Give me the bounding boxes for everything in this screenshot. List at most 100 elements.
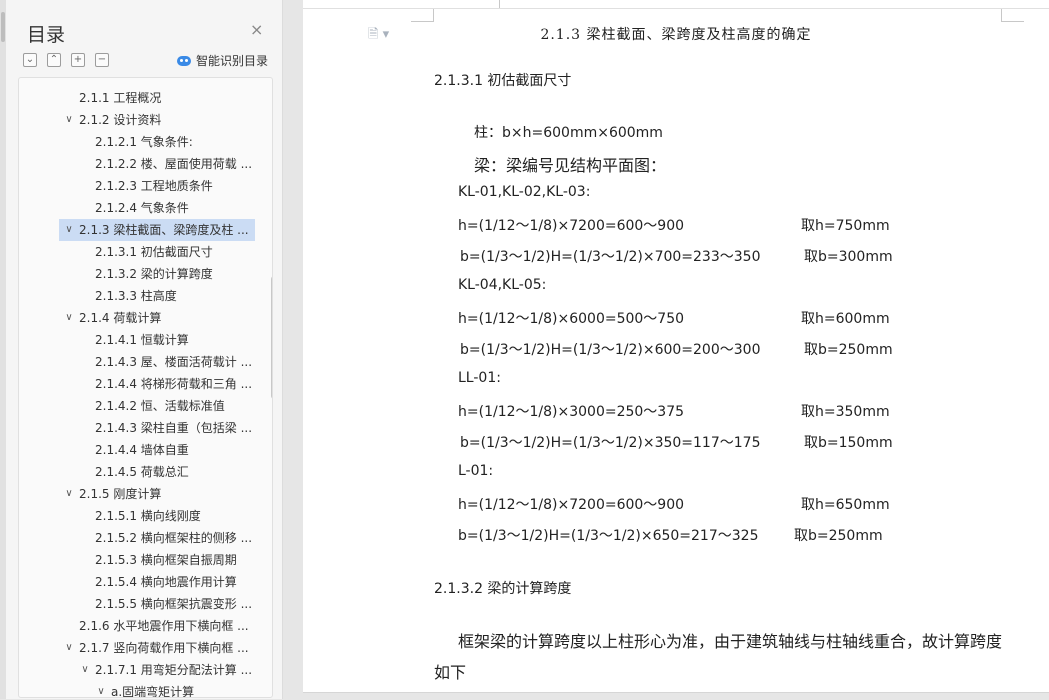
toc-item-label: 2.1.4.2 恒、活载标准值 [95, 399, 225, 413]
toc-item[interactable]: ∨ 2.1.7 竖向荷载作用下横向框 ... [19, 637, 254, 659]
running-header: 2.1.3 梁柱截面、梁跨度及柱高度的确定 [540, 27, 812, 43]
toc-item[interactable]: 2.1.2.3 工程地质条件 [19, 175, 254, 197]
h-formula: h=(1/12～1/8)×6000=500～750 [458, 311, 685, 327]
paragraph-line: 如下 [434, 663, 467, 682]
collapse-level-icon[interactable]: ⌃ [47, 53, 61, 67]
toc-item[interactable]: 2.1.4.2 恒、活载标准值 [19, 395, 254, 417]
toc-scrollbar-thumb[interactable] [271, 276, 272, 399]
b-formula: b=(1/3～1/2)H=(1/3～1/2)×600=200～300 [460, 342, 761, 358]
toc-item-label: 2.1.6 水平地震作用下横向框 ... [79, 619, 249, 633]
chevron-down-icon[interactable]: ∨ [63, 109, 75, 131]
toc-item-label: 2.1.2.2 楼、屋面使用荷载 ... [95, 157, 253, 171]
toc-item-label: 2.1.7.1 用弯矩分配法计算 ... [95, 663, 253, 677]
h-value: 取h=650mm [801, 497, 890, 513]
toc-item[interactable]: 2.1.3.1 初估截面尺寸 [19, 241, 254, 263]
toc-item-label: 2.1.4.3 梁柱自重（包括梁 ... [95, 421, 253, 435]
toc-item[interactable]: ∨ 2.1.2 设计资料 [19, 109, 254, 131]
beam-group-name: KL-04,KL-05: [458, 277, 547, 293]
chevron-down-icon[interactable]: ∨ [63, 483, 75, 505]
chevron-down-icon[interactable]: ∨ [63, 219, 75, 241]
b-value: 取b=300mm [804, 249, 893, 265]
beam-group-name: KL-01,KL-02,KL-03: [458, 184, 591, 200]
toc-item[interactable]: 2.1.2.2 楼、屋面使用荷载 ... [19, 153, 254, 175]
toc-item-label: 2.1.5.1 横向线刚度 [95, 509, 201, 523]
toc-item[interactable]: 2.1.3.3 柱高度 [19, 285, 254, 307]
h-value: 取h=750mm [801, 218, 890, 234]
collapse-all-icon[interactable]: ⌄ [23, 53, 37, 67]
section-heading: 2.1.3.1 初估截面尺寸 [434, 73, 572, 89]
toc-item[interactable]: ∨ 2.1.5 刚度计算 [19, 483, 254, 505]
toc-panel: 目录 × ⌄ ⌃ + − 智能识别目录 2.1.1 工程概况 ∨ 2.1.2 设计资… [0, 0, 283, 699]
toc-item-label: 2.1.4.3 屋、楼面活荷载计 ... [95, 355, 253, 369]
toc-item[interactable]: ∨ 2.1.3 梁柱截面、梁跨度及柱 ... [59, 219, 255, 241]
toc-item[interactable]: ∨ 2.1.7.1 用弯矩分配法计算 ... [19, 659, 254, 681]
h-formula: h=(1/12～1/8)×7200=600～900 [458, 497, 685, 513]
chevron-down-icon[interactable]: ∨ [95, 681, 107, 697]
toc-item-label: 2.1.3.3 柱高度 [95, 289, 177, 303]
document-page: 🗎 ▾ 2.1.3 梁柱截面、梁跨度及柱高度的确定 2.1.3.1 初估截面尺寸… [303, 0, 1049, 699]
b-formula: b=(1/3～1/2)H=(1/3～1/2)×700=233～350 [460, 249, 761, 265]
chevron-down-icon[interactable]: ∨ [79, 659, 91, 681]
toc-item-label: 2.1.2.1 气象条件: [95, 135, 193, 149]
toc-item-label: 2.1.3.2 梁的计算跨度 [95, 267, 213, 281]
remove-heading-icon[interactable]: − [95, 53, 109, 67]
toc-item-label: 2.1.5.2 横向框架柱的侧移 ... [95, 531, 253, 545]
paragraph-line: 框架梁的计算跨度以上柱形心为准，由于建筑轴线与柱轴线重合，故计算跨度 [458, 632, 1003, 651]
toc-item[interactable]: ∨ a.固端弯矩计算 [19, 681, 254, 698]
add-heading-icon[interactable]: + [71, 53, 85, 67]
toc-resize-knob[interactable] [1, 12, 5, 42]
toc-item[interactable]: ∨ 2.1.4 荷载计算 [19, 307, 254, 329]
b-formula: b=(1/3～1/2)H=(1/3～1/2)×650=217～325 [458, 528, 759, 544]
smart-ai-icon [177, 56, 191, 66]
chevron-down-icon[interactable]: ∨ [63, 637, 75, 659]
toc-item[interactable]: 2.1.5.4 横向地震作用计算 [19, 571, 254, 593]
b-value: 取b=150mm [804, 435, 893, 451]
toc-item[interactable]: 2.1.2.1 气象条件: [19, 131, 254, 153]
toc-item-label: 2.1.2.4 气象条件 [95, 201, 189, 215]
toc-item[interactable]: 2.1.1 工程概况 [19, 87, 254, 109]
toc-item[interactable]: 2.1.4.1 恒载计算 [19, 329, 254, 351]
page-corner-mark [411, 9, 434, 22]
h-formula: h=(1/12～1/8)×7200=600～900 [458, 218, 685, 234]
toc-item[interactable]: 2.1.5.3 横向框架自振周期 [19, 549, 254, 571]
toc-item-label: 2.1.4.4 将梯形荷载和三角 ... [95, 377, 253, 391]
smart-toc-label: 智能识别目录 [196, 54, 269, 68]
toc-item-label: 2.1.4.5 荷载总汇 [95, 465, 189, 479]
toc-item[interactable]: 2.1.4.3 屋、楼面活荷载计 ... [19, 351, 254, 373]
toc-item[interactable]: 2.1.4.3 梁柱自重（包括梁 ... [19, 417, 254, 439]
page-tick [499, 0, 500, 8]
toc-item-label: 2.1.2.3 工程地质条件 [95, 179, 213, 193]
toc-item[interactable]: 2.1.4.5 荷载总汇 [19, 461, 254, 483]
toc-item[interactable]: 2.1.4.4 墙体自重 [19, 439, 254, 461]
toc-item-label: 2.1.3.1 初估截面尺寸 [95, 245, 213, 259]
toc-item-label: 2.1.1 工程概况 [79, 91, 162, 105]
close-icon[interactable]: × [250, 22, 263, 38]
toc-item-label: 2.1.4.1 恒载计算 [95, 333, 189, 347]
toc-item-label: a.固端弯矩计算 [111, 685, 195, 698]
toc-item[interactable]: 2.1.2.4 气象条件 [19, 197, 254, 219]
smart-toc-button[interactable]: 智能识别目录 [177, 52, 268, 69]
toc-resize-edge[interactable] [0, 0, 6, 699]
section-heading: 2.1.3.2 梁的计算跨度 [434, 581, 572, 597]
toc-item[interactable]: 2.1.5.2 横向框架柱的侧移 ... [19, 527, 254, 549]
toc-item[interactable]: 2.1.5.5 横向框架抗震变形 ... [19, 593, 254, 615]
toc-list: 2.1.1 工程概况 ∨ 2.1.2 设计资料 2.1.2.1 气象条件: 2.1.2.… [18, 77, 273, 698]
toc-item[interactable]: 2.1.5.1 横向线刚度 [19, 505, 254, 527]
toc-item-label: 2.1.5.5 横向框架抗震变形 ... [95, 597, 253, 611]
h-value: 取h=350mm [801, 404, 890, 420]
h-formula: h=(1/12～1/8)×3000=250～375 [458, 404, 685, 420]
toc-item-label: 2.1.2 设计资料 [79, 113, 162, 127]
beam-intro-line: 梁：梁编号见结构平面图： [474, 156, 667, 175]
toc-title: 目录 [27, 24, 66, 46]
toc-item[interactable]: 2.1.4.4 将梯形荷载和三角 ... [19, 373, 254, 395]
toc-item-label: 2.1.4 荷载计算 [79, 311, 162, 325]
toc-item[interactable]: 2.1.6 水平地震作用下横向框 ... [19, 615, 254, 637]
h-value: 取h=600mm [801, 311, 890, 327]
b-value: 取b=250mm [804, 342, 893, 358]
page-corner-mark [1001, 9, 1024, 22]
toc-item-label: 2.1.5 刚度计算 [79, 487, 162, 501]
toc-item[interactable]: 2.1.3.2 梁的计算跨度 [19, 263, 254, 285]
page-top-line [303, 8, 1049, 9]
chevron-down-icon[interactable]: ∨ [63, 307, 75, 329]
b-value: 取b=250mm [794, 528, 883, 544]
